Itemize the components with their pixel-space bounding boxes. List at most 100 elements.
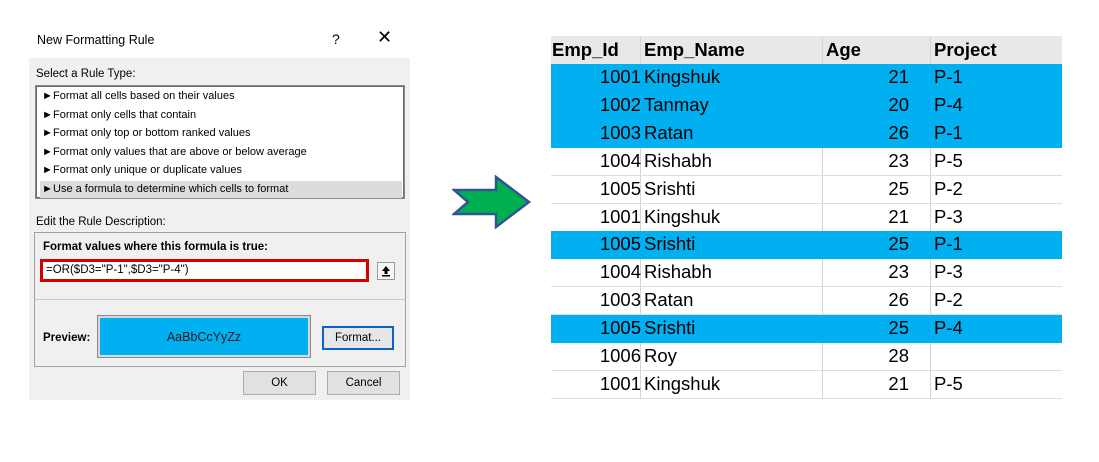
- formula-input[interactable]: =OR($D3="P-1",$D3="P-4"): [40, 259, 369, 282]
- cell-age: 26: [888, 121, 909, 143]
- cell-project: P-4: [934, 317, 963, 339]
- select-rule-type-label: Select a Rule Type:: [36, 68, 136, 80]
- rule-type-item[interactable]: ►Format all cells based on their values: [40, 88, 402, 105]
- cell-age: 21: [888, 66, 909, 87]
- cell-emp-id: 1006: [599, 345, 641, 366]
- cell-emp-id: 1001: [599, 372, 641, 394]
- cell-emp-id: 1002: [599, 93, 641, 115]
- cell-emp-name: Tanmay: [644, 93, 709, 115]
- cell-project: P-4: [934, 93, 963, 115]
- cell-emp-name: Ratan: [644, 289, 694, 311]
- close-icon[interactable]: ✕: [377, 28, 392, 46]
- cell-age: 26: [888, 289, 909, 311]
- rule-type-item-selected[interactable]: ►Use a formula to determine which cells …: [40, 180, 402, 198]
- rule-arrow-icon: ►: [42, 108, 53, 121]
- cell-age: 23: [888, 149, 909, 171]
- rule-arrow-icon: ►: [42, 145, 53, 158]
- table-row-highlighted: 1005 Srishti 25 P-1: [551, 231, 1062, 260]
- cell-emp-id: 1003: [599, 289, 641, 311]
- rule-arrow-icon: ►: [42, 127, 53, 139]
- cell-emp-name: Roy: [644, 345, 677, 366]
- cell-emp-id: 1001: [599, 66, 641, 87]
- format-button[interactable]: Format...: [322, 326, 394, 350]
- cell-project: P-2: [934, 289, 963, 311]
- cell-project: P-2: [934, 177, 963, 199]
- table-row-highlighted: 1002 Tanmay 20 P-4: [551, 91, 1062, 120]
- formula-heading: Format values where this formula is true…: [43, 241, 268, 253]
- table-row: 1001 Kingshuk 21 P-3: [551, 204, 1062, 232]
- header-project: Project: [934, 39, 997, 60]
- cell-emp-id: 1005: [599, 233, 641, 255]
- rule-type-list[interactable]: ►Format all cells based on their values …: [35, 85, 405, 199]
- ok-button[interactable]: OK: [243, 371, 316, 395]
- cell-project: P-3: [934, 261, 963, 283]
- rule-type-item[interactable]: ►Format only cells that contain: [40, 107, 402, 124]
- rule-description-panel: Format values where this formula is true…: [34, 232, 406, 367]
- table-row-highlighted: 1005 Srishti 25 P-4: [551, 315, 1062, 344]
- cell-emp-id: 1004: [599, 149, 641, 171]
- cell-emp-id: 1004: [599, 261, 641, 283]
- rule-type-item[interactable]: ►Format only values that are above or be…: [40, 144, 402, 161]
- table-row: 1001 Kingshuk 21 P-5: [551, 371, 1062, 399]
- dialog-title: New Formatting Rule: [37, 33, 155, 47]
- table-row: 1006 Roy 28: [551, 343, 1062, 371]
- header-emp-id: Emp_Id: [552, 39, 619, 60]
- cell-emp-id: 1005: [599, 317, 641, 339]
- cell-project: P-1: [934, 233, 963, 255]
- cell-age: 25: [888, 177, 909, 199]
- table-row-highlighted: 1003 Ratan 26 P-1: [551, 119, 1062, 148]
- cell-age: 28: [888, 345, 909, 366]
- cell-age: 21: [888, 372, 909, 394]
- cell-emp-name: Rishabh: [644, 149, 712, 171]
- table-row-highlighted: 1001 Kingshuk 21 P-1: [551, 64, 1062, 92]
- help-icon[interactable]: ?: [332, 31, 340, 47]
- dialog-titlebar: New Formatting Rule ? ✕: [29, 22, 410, 58]
- rule-arrow-icon: ►: [42, 164, 53, 176]
- preview-label: Preview:: [43, 332, 91, 344]
- collapse-dialog-icon[interactable]: [377, 262, 395, 280]
- rule-type-label: Use a formula to determine which cells t…: [53, 182, 289, 195]
- cell-project: P-3: [934, 205, 963, 227]
- rule-type-item[interactable]: ►Format only unique or duplicate values: [40, 162, 402, 179]
- table-header-row: Emp_Id Emp_Name Age Project: [551, 36, 1062, 64]
- table-row: 1003 Ratan 26 P-2: [551, 287, 1062, 316]
- rule-type-label: Format only values that are above or bel…: [53, 145, 307, 158]
- right-arrow-icon: [452, 175, 532, 230]
- cell-emp-id: 1005: [599, 177, 641, 199]
- cell-project: P-1: [934, 66, 963, 87]
- cell-age: 25: [888, 317, 909, 339]
- rule-type-item[interactable]: ►Format only top or bottom ranked values: [40, 125, 402, 142]
- cell-age: 21: [888, 205, 909, 227]
- edit-rule-description-label: Edit the Rule Description:: [36, 216, 166, 228]
- cell-emp-name: Rishabh: [644, 261, 712, 283]
- rule-type-label: Format only top or bottom ranked values: [53, 127, 251, 139]
- rule-arrow-icon: ►: [42, 182, 53, 195]
- cell-emp-name: Kingshuk: [644, 205, 721, 227]
- cell-project: P-5: [934, 149, 963, 171]
- cell-emp-name: Srishti: [644, 317, 696, 339]
- cell-emp-name: Srishti: [644, 233, 696, 255]
- cell-emp-id: 1003: [599, 121, 641, 143]
- table-row: 1004 Rishabh 23 P-5: [551, 148, 1062, 176]
- preview-box: AaBbCcYyZz: [97, 315, 311, 358]
- row-gridline: [551, 397, 1062, 399]
- cell-emp-id: 1001: [599, 205, 641, 227]
- table-row: 1004 Rishabh 23 P-3: [551, 259, 1062, 288]
- rule-type-label: Format only unique or duplicate values: [53, 164, 242, 176]
- rule-type-label: Format all cells based on their values: [53, 90, 235, 102]
- rule-type-label: Format only cells that contain: [53, 108, 197, 121]
- new-formatting-rule-dialog: New Formatting Rule ? ✕ Select a Rule Ty…: [29, 22, 410, 400]
- cell-age: 23: [888, 261, 909, 283]
- header-emp-name: Emp_Name: [644, 39, 745, 60]
- cell-emp-name: Kingshuk: [644, 66, 721, 87]
- cell-emp-name: Ratan: [644, 121, 694, 143]
- table-row: 1005 Srishti 25 P-2: [551, 176, 1062, 204]
- cell-project: P-5: [934, 372, 963, 394]
- cell-project: P-1: [934, 121, 963, 143]
- cell-age: 25: [888, 233, 909, 255]
- cancel-button[interactable]: Cancel: [327, 371, 400, 395]
- header-age: Age: [826, 39, 861, 60]
- cell-emp-name: Kingshuk: [644, 372, 721, 394]
- cell-age: 20: [888, 93, 909, 115]
- cell-emp-name: Srishti: [644, 177, 696, 199]
